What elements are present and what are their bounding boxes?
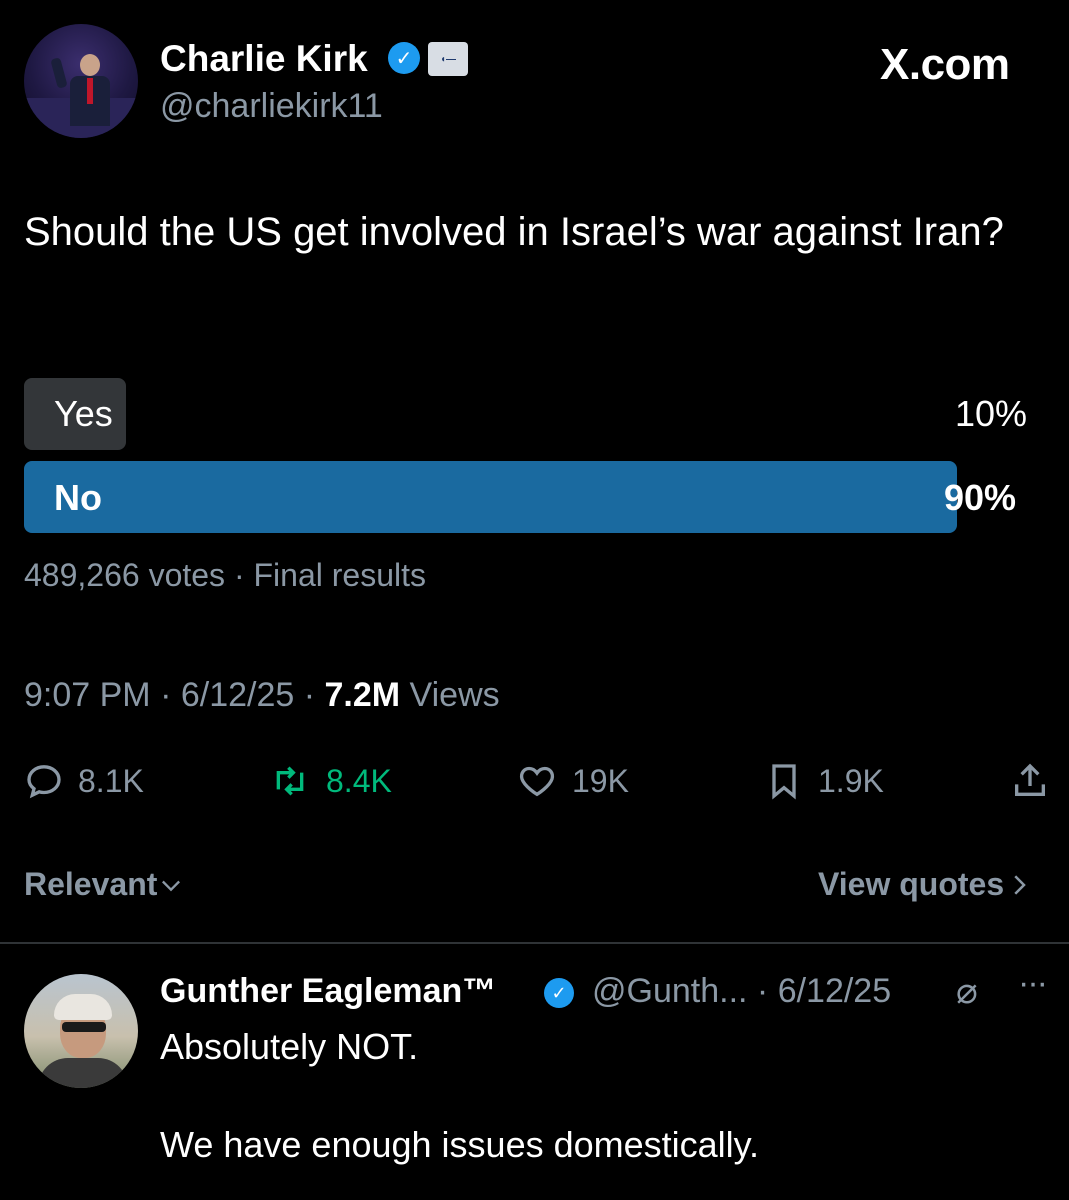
like-count: 19K	[572, 762, 629, 799]
post-timestamp-views: 9:07 PM · 6/12/25 · 7.2M Views	[24, 676, 500, 715]
author-name[interactable]: Charlie Kirk	[160, 38, 368, 80]
repost-button[interactable]: 8.4K	[268, 756, 392, 806]
reply-author-handle-date[interactable]: @Gunth... · 6/12/25	[592, 972, 891, 1011]
view-quotes-link[interactable]: View quotes	[818, 866, 1034, 903]
share-icon	[1015, 763, 1045, 796]
repost-icon	[276, 766, 304, 796]
chevron-right-icon	[1014, 874, 1026, 895]
like-icon	[519, 766, 555, 797]
affiliation-badge-icon[interactable]: ◖—	[428, 42, 468, 76]
share-button[interactable]	[1010, 756, 1064, 806]
view-quotes-label: View quotes	[818, 866, 1005, 902]
verified-badge-icon: ✓	[544, 978, 574, 1008]
reply-text-line2: We have enough issues domestically.	[160, 1124, 759, 1165]
poll-option-no-label: No	[54, 477, 102, 518]
poll-summary: 489,266 votes · Final results	[24, 557, 426, 593]
views-count: 7.2M	[324, 676, 401, 714]
chevron-down-icon	[162, 880, 181, 891]
reply-button[interactable]: 8.1K	[24, 756, 144, 806]
section-divider	[0, 942, 1069, 944]
poll-option-no-percent: 90%	[944, 477, 1017, 518]
reply-count: 8.1K	[78, 762, 144, 799]
reply-text-line1: Absolutely NOT.	[160, 1026, 419, 1067]
poll-option-yes-label: Yes	[54, 393, 113, 434]
author-avatar[interactable]	[24, 24, 138, 138]
reply-author-name[interactable]: Gunther Eagleman™	[160, 972, 496, 1011]
reply-icon	[27, 765, 61, 799]
author-handle[interactable]: @charliekirk11	[160, 87, 383, 126]
reply-author-avatar[interactable]	[24, 974, 138, 1088]
bookmark-button[interactable]: 1.9K	[764, 756, 884, 806]
poll-option-no-bar	[24, 461, 957, 533]
reply-sort-dropdown[interactable]: Relevant	[24, 866, 185, 903]
site-watermark: X.com	[880, 40, 1010, 89]
verified-badge-icon: ✓	[388, 42, 420, 74]
post-timestamp[interactable]: 9:07 PM · 6/12/25 ·	[24, 676, 325, 714]
repost-count: 8.4K	[326, 762, 392, 799]
post-text: Should the US get involved in Israel’s w…	[24, 210, 1004, 254]
grok-icon[interactable]: ⌀	[956, 970, 978, 1012]
bookmark-count: 1.9K	[818, 762, 884, 799]
reply-sort-label: Relevant	[24, 866, 158, 902]
poll-option-yes-percent: 10%	[955, 393, 1028, 434]
like-button[interactable]: 19K	[516, 756, 629, 806]
more-icon[interactable]: ···	[1018, 964, 1048, 1003]
bookmark-icon	[772, 764, 796, 800]
views-label: Views	[400, 676, 500, 714]
